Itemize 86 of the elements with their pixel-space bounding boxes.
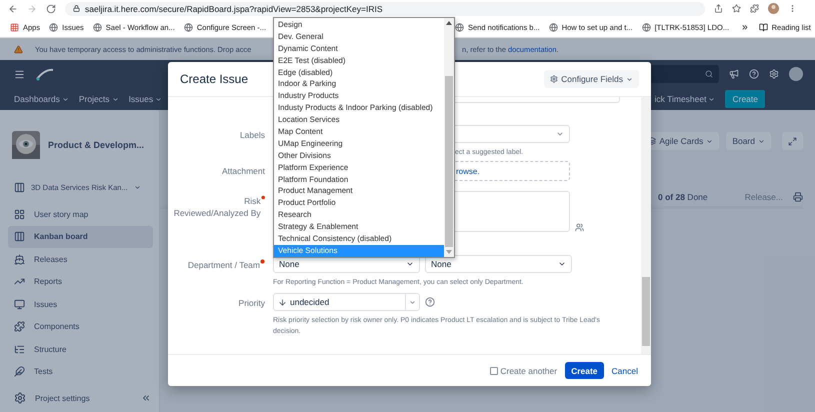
configure-fields-button[interactable]: Configure Fields <box>544 70 639 88</box>
field-label: Priority <box>238 297 265 309</box>
scroll-up-icon[interactable] <box>446 20 452 26</box>
globe-icon <box>455 22 464 32</box>
field-label: Department / Team <box>188 259 260 271</box>
sidebar-item[interactable]: Structure <box>8 338 153 360</box>
caret-icon <box>626 76 633 82</box>
settings-icon <box>550 75 558 83</box>
project-name: Product & Developm... <box>48 140 144 150</box>
expand-button[interactable] <box>782 132 803 150</box>
ship-icon <box>14 254 25 265</box>
print-icon[interactable] <box>793 192 803 202</box>
megaphone-icon[interactable] <box>729 69 739 79</box>
profile-avatar[interactable] <box>768 3 779 14</box>
sidebar-item[interactable]: Releases <box>8 248 153 270</box>
more-bookmarks[interactable]: » <box>742 22 748 32</box>
sidebar-item[interactable]: Tests <box>8 360 153 383</box>
scroll-thumb[interactable] <box>445 76 453 247</box>
collapse-icon[interactable] <box>141 393 151 403</box>
user-avatar[interactable] <box>789 67 803 81</box>
feather-icon <box>14 366 25 378</box>
field-label: Labels <box>240 129 265 141</box>
share-icon[interactable] <box>714 4 723 13</box>
caret-icon <box>556 130 564 138</box>
create-another-checkbox[interactable]: Create another <box>490 366 558 376</box>
toolbar-button[interactable]: Board <box>726 132 771 150</box>
done-count: 0 of 28 Done <box>658 192 708 202</box>
cancel-link[interactable]: Cancel <box>612 366 638 376</box>
caret-icon <box>62 96 69 102</box>
apps-icon <box>10 22 19 32</box>
settings-icon[interactable] <box>769 69 779 79</box>
dropdown-list[interactable] <box>273 17 455 258</box>
reading-list-icon <box>758 22 768 32</box>
caret-icon <box>134 184 141 190</box>
nav-menu[interactable]: ick Timesheet <box>654 94 716 104</box>
globe-icon <box>184 22 193 32</box>
field-label: Risk Reviewed/Analyzed By <box>172 195 261 219</box>
caret-icon <box>706 138 714 144</box>
menu-icon[interactable] <box>14 68 25 80</box>
sidebar-item[interactable]: Kanban board <box>8 226 153 248</box>
back-icon[interactable] <box>8 4 18 14</box>
caret-icon <box>155 96 162 102</box>
grid-icon <box>14 208 25 220</box>
sidebar-item[interactable]: User story map <box>8 203 153 226</box>
create-button[interactable]: Create <box>565 362 604 379</box>
users-icon[interactable] <box>575 223 584 232</box>
caret-icon <box>409 298 416 306</box>
browse-link[interactable]: rowse. <box>456 166 480 176</box>
project-settings-link[interactable]: Project settings <box>35 394 90 402</box>
caret-icon <box>112 96 119 102</box>
globe-icon <box>548 22 558 32</box>
expand-icon <box>788 136 797 146</box>
sidebar-item[interactable]: Issues <box>8 293 153 316</box>
columns-icon <box>14 231 25 242</box>
globe-icon <box>92 22 102 32</box>
columns-icon <box>14 182 25 192</box>
arrow-down-icon <box>278 298 287 306</box>
scroll-thumb[interactable] <box>642 277 650 346</box>
reload-icon[interactable] <box>46 4 56 14</box>
priority-select[interactable]: undecided <box>273 293 420 311</box>
caret-icon <box>406 260 414 268</box>
caret-icon <box>758 138 765 144</box>
nav-menu[interactable]: Dashboards <box>14 94 69 104</box>
nav-menu[interactable]: Issues <box>128 94 162 104</box>
globe-icon <box>642 22 651 32</box>
settings-icon <box>14 392 26 404</box>
search-icon <box>705 70 713 78</box>
help-icon[interactable] <box>425 297 435 307</box>
sidebar-item[interactable]: Components <box>8 316 153 338</box>
puzzle-icon <box>14 321 25 332</box>
list-tree-icon <box>14 344 25 355</box>
caret-icon <box>708 96 716 102</box>
logo-icon <box>35 67 55 81</box>
field-label: Attachment <box>222 165 265 177</box>
caret-icon <box>558 260 566 268</box>
puzzle-icon[interactable] <box>750 4 759 13</box>
globe-icon <box>49 22 58 32</box>
dialog-title: Create Issue <box>180 72 248 86</box>
nav-menu[interactable]: Projects <box>78 94 119 104</box>
sidebar-item[interactable]: Reports <box>8 270 153 293</box>
address-bar[interactable]: saeljira.it.here.com/secure/RapidBoard.jspa?rapidView=2853&projectKey=IRIS <box>65 2 705 16</box>
lock-icon <box>73 5 80 12</box>
monitor-icon <box>14 298 25 310</box>
department-select[interactable]: None <box>425 255 572 273</box>
warning-icon <box>14 44 23 54</box>
star-icon[interactable] <box>732 4 741 13</box>
